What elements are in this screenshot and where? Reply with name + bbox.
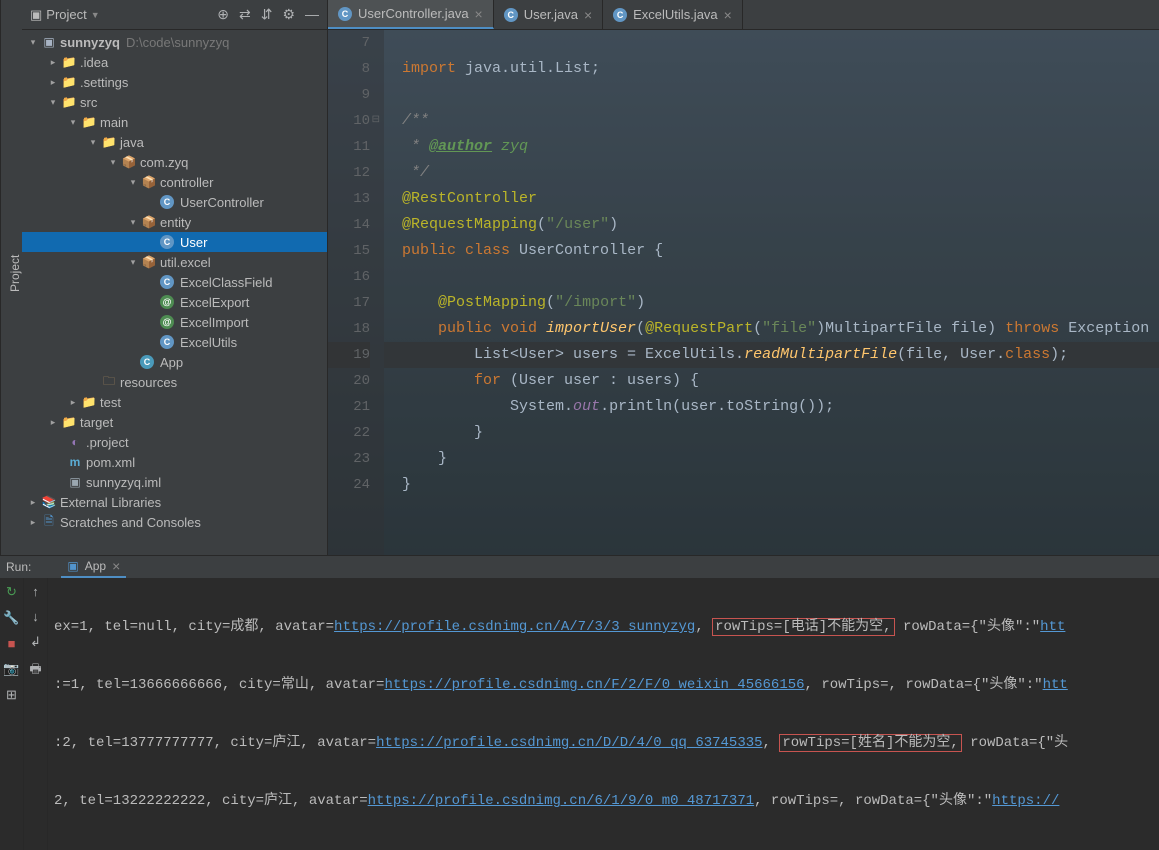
code-content[interactable]: import java.util.List; /** * @author zyq… (384, 30, 1159, 555)
wrench-icon[interactable]: 🔧 (3, 610, 19, 626)
tab-user[interactable]: CUser.java× (494, 0, 603, 29)
interface-icon: @ (160, 295, 174, 309)
run-tab-app[interactable]: ▣App× (61, 556, 126, 578)
class-icon: C (160, 335, 174, 349)
tree-package[interactable]: ▾📦com.zyq (22, 152, 327, 172)
expand-icon[interactable]: ⇄ (239, 6, 251, 23)
tree-iml[interactable]: ▣sunnyzyq.iml (22, 472, 327, 492)
close-icon[interactable]: × (112, 558, 120, 574)
tree-excelexport[interactable]: @ExcelExport (22, 292, 327, 312)
tree-main[interactable]: ▾📁main (22, 112, 327, 132)
tree-projectfile[interactable]: ◐.project (22, 432, 327, 452)
tree-controller[interactable]: ▾📦controller (22, 172, 327, 192)
tree-excelutils[interactable]: CExcelUtils (22, 332, 327, 352)
tree-usercontroller[interactable]: CUserController (22, 192, 327, 212)
tree-target[interactable]: ▸📁target (22, 412, 327, 432)
class-icon: C (504, 8, 518, 22)
hide-icon[interactable]: — (305, 6, 319, 23)
close-icon[interactable]: × (584, 7, 592, 23)
down-icon[interactable]: ↓ (32, 609, 39, 624)
tree-resources[interactable]: 🗀resources (22, 372, 327, 392)
tree-extlib[interactable]: ▸📚External Libraries (22, 492, 327, 512)
dropdown-icon[interactable]: ▼ (91, 10, 100, 20)
interface-icon: @ (160, 315, 174, 329)
tree-java[interactable]: ▾📁java (22, 132, 327, 152)
stop-icon[interactable]: ■ (8, 636, 16, 651)
tree-user[interactable]: CUser (22, 232, 327, 252)
tree-entity[interactable]: ▾📦entity (22, 212, 327, 232)
line-gutter: 7 8 9 10⊟ 11 12 13 14 15 16 17 18 19 20 … (328, 30, 384, 555)
up-icon[interactable]: ↑ (32, 584, 39, 599)
locate-icon[interactable]: ⊕ (217, 6, 229, 23)
camera-icon[interactable]: 📷 (3, 661, 19, 677)
gear-icon[interactable]: ⚙ (282, 6, 295, 23)
editor-area: CUserController.java× CUser.java× CExcel… (328, 0, 1159, 555)
class-icon: C (160, 195, 174, 209)
tree-utilexcel[interactable]: ▾📦util.excel (22, 252, 327, 272)
project-panel: ▣ Project ▼ ⊕ ⇄ ⇵ ⚙ — ▾▣sunnyzyqD:\code\… (22, 0, 328, 555)
project-header-icon: ▣ (30, 7, 42, 23)
project-tree: ▾▣sunnyzyqD:\code\sunnyzyq ▸📁.idea ▸📁.se… (22, 30, 327, 555)
tree-pom[interactable]: mpom.xml (22, 452, 327, 472)
class-icon: C (338, 7, 352, 21)
project-header-title: Project (46, 7, 86, 22)
sidebar-tab-project[interactable]: Project (0, 0, 22, 555)
run-toolbar-left: ↻ 🔧 ■ 📷 ⊞ (0, 578, 24, 850)
editor-tabs: CUserController.java× CUser.java× CExcel… (328, 0, 1159, 30)
wrap-icon[interactable]: ↲ (30, 634, 41, 650)
tree-root[interactable]: ▾▣sunnyzyqD:\code\sunnyzyq (22, 32, 327, 52)
run-toolbar-right: ↑ ↓ ↲ 🖶 (24, 578, 48, 850)
code-editor[interactable]: 7 8 9 10⊟ 11 12 13 14 15 16 17 18 19 20 … (328, 30, 1159, 555)
tree-test[interactable]: ▸📁test (22, 392, 327, 412)
run-header: Run: ▣App× (0, 556, 1159, 578)
tab-usercontroller[interactable]: CUserController.java× (328, 0, 494, 29)
rerun-icon[interactable]: ↻ (6, 584, 17, 600)
class-icon: C (140, 355, 154, 369)
class-icon: C (160, 235, 174, 249)
tab-excelutils[interactable]: CExcelUtils.java× (603, 0, 743, 29)
close-icon[interactable]: × (724, 7, 732, 23)
class-icon: C (613, 8, 627, 22)
tree-app[interactable]: CApp (22, 352, 327, 372)
tree-excelclassfield[interactable]: CExcelClassField (22, 272, 327, 292)
run-label: Run: (6, 560, 31, 574)
run-panel: Run: ▣App× ↻ 🔧 ■ 📷 ⊞ ↑ ↓ ↲ 🖶 ex=1, tel=n… (0, 555, 1159, 751)
run-console[interactable]: ex=1, tel=null, city=成都, avatar=https://… (48, 578, 1159, 850)
class-icon: C (160, 275, 174, 289)
tree-settings[interactable]: ▸📁.settings (22, 72, 327, 92)
close-icon[interactable]: × (475, 6, 483, 22)
layout-icon[interactable]: ⊞ (6, 687, 17, 703)
fold-icon[interactable]: ⊟ (372, 108, 380, 134)
tree-src[interactable]: ▾📁src (22, 92, 327, 112)
tree-idea[interactable]: ▸📁.idea (22, 52, 327, 72)
print-icon[interactable]: 🖶 (29, 660, 41, 682)
collapse-icon[interactable]: ⇵ (261, 6, 273, 23)
tree-excelimport[interactable]: @ExcelImport (22, 312, 327, 332)
project-panel-header: ▣ Project ▼ ⊕ ⇄ ⇵ ⚙ — (22, 0, 327, 30)
tree-scratches[interactable]: ▸🗎Scratches and Consoles (22, 512, 327, 532)
